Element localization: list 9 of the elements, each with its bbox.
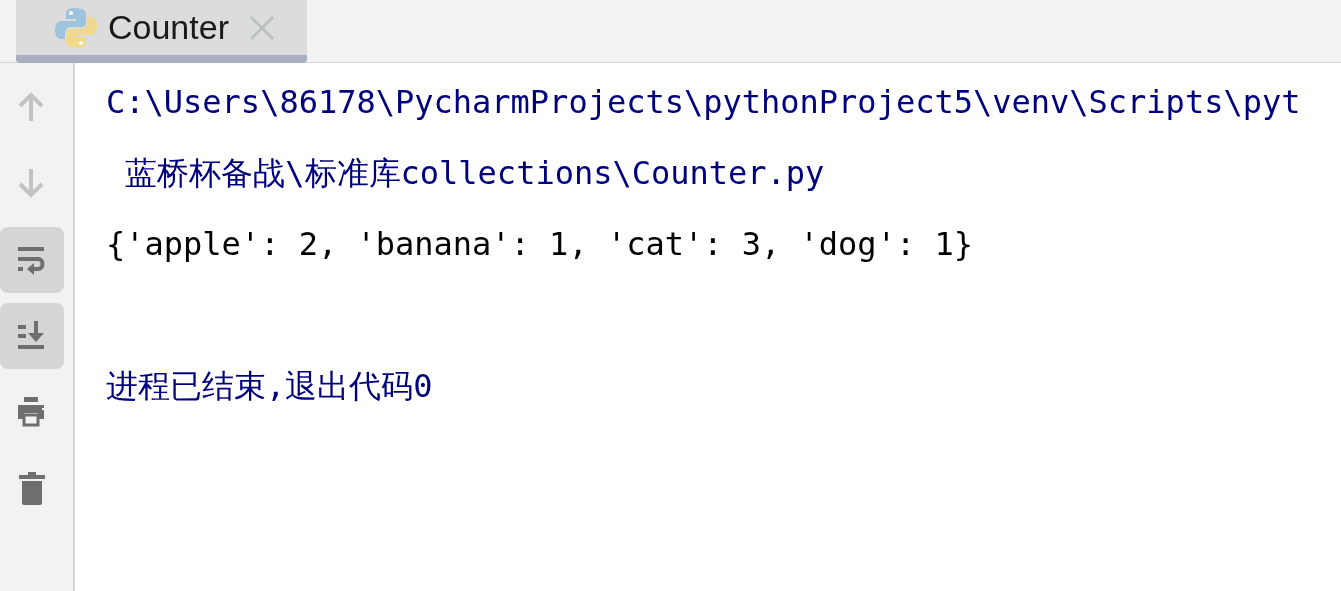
close-icon: [248, 14, 275, 41]
system-message: C:\Users\86178\PycharmProjects\pythonProject5\venv\Scripts\pyt: [106, 82, 1302, 123]
system-message: 蓝桥杯备战\标准库collections\Counter.py: [124, 153, 826, 194]
program-output: {'apple': 2, 'banana': 1, 'cat': 3, 'dog': 1}: [106, 224, 974, 265]
scroll-to-end-button[interactable]: [0, 303, 64, 369]
python-icon: [54, 5, 98, 50]
soft-wrap-button[interactable]: [0, 227, 64, 293]
system-message: 进程已结束,退出代码0: [106, 366, 434, 407]
file-tab[interactable]: Counter: [16, 0, 307, 63]
